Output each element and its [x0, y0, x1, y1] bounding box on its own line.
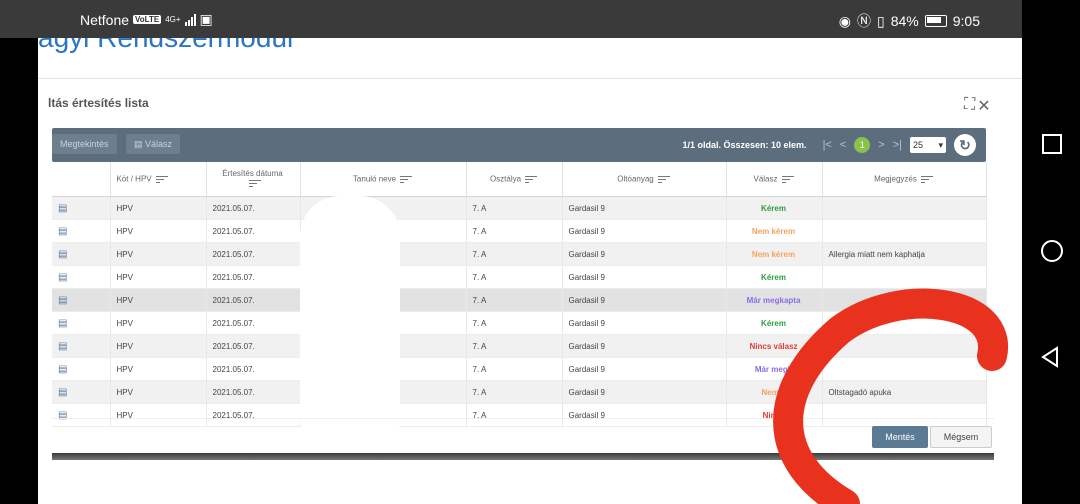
red-annotation-scribble: [773, 288, 1009, 504]
back-icon[interactable]: [1040, 346, 1060, 368]
recents-button[interactable]: [1042, 134, 1062, 154]
home-button[interactable]: [1041, 240, 1063, 262]
android-nav-bar: [1022, 0, 1080, 504]
